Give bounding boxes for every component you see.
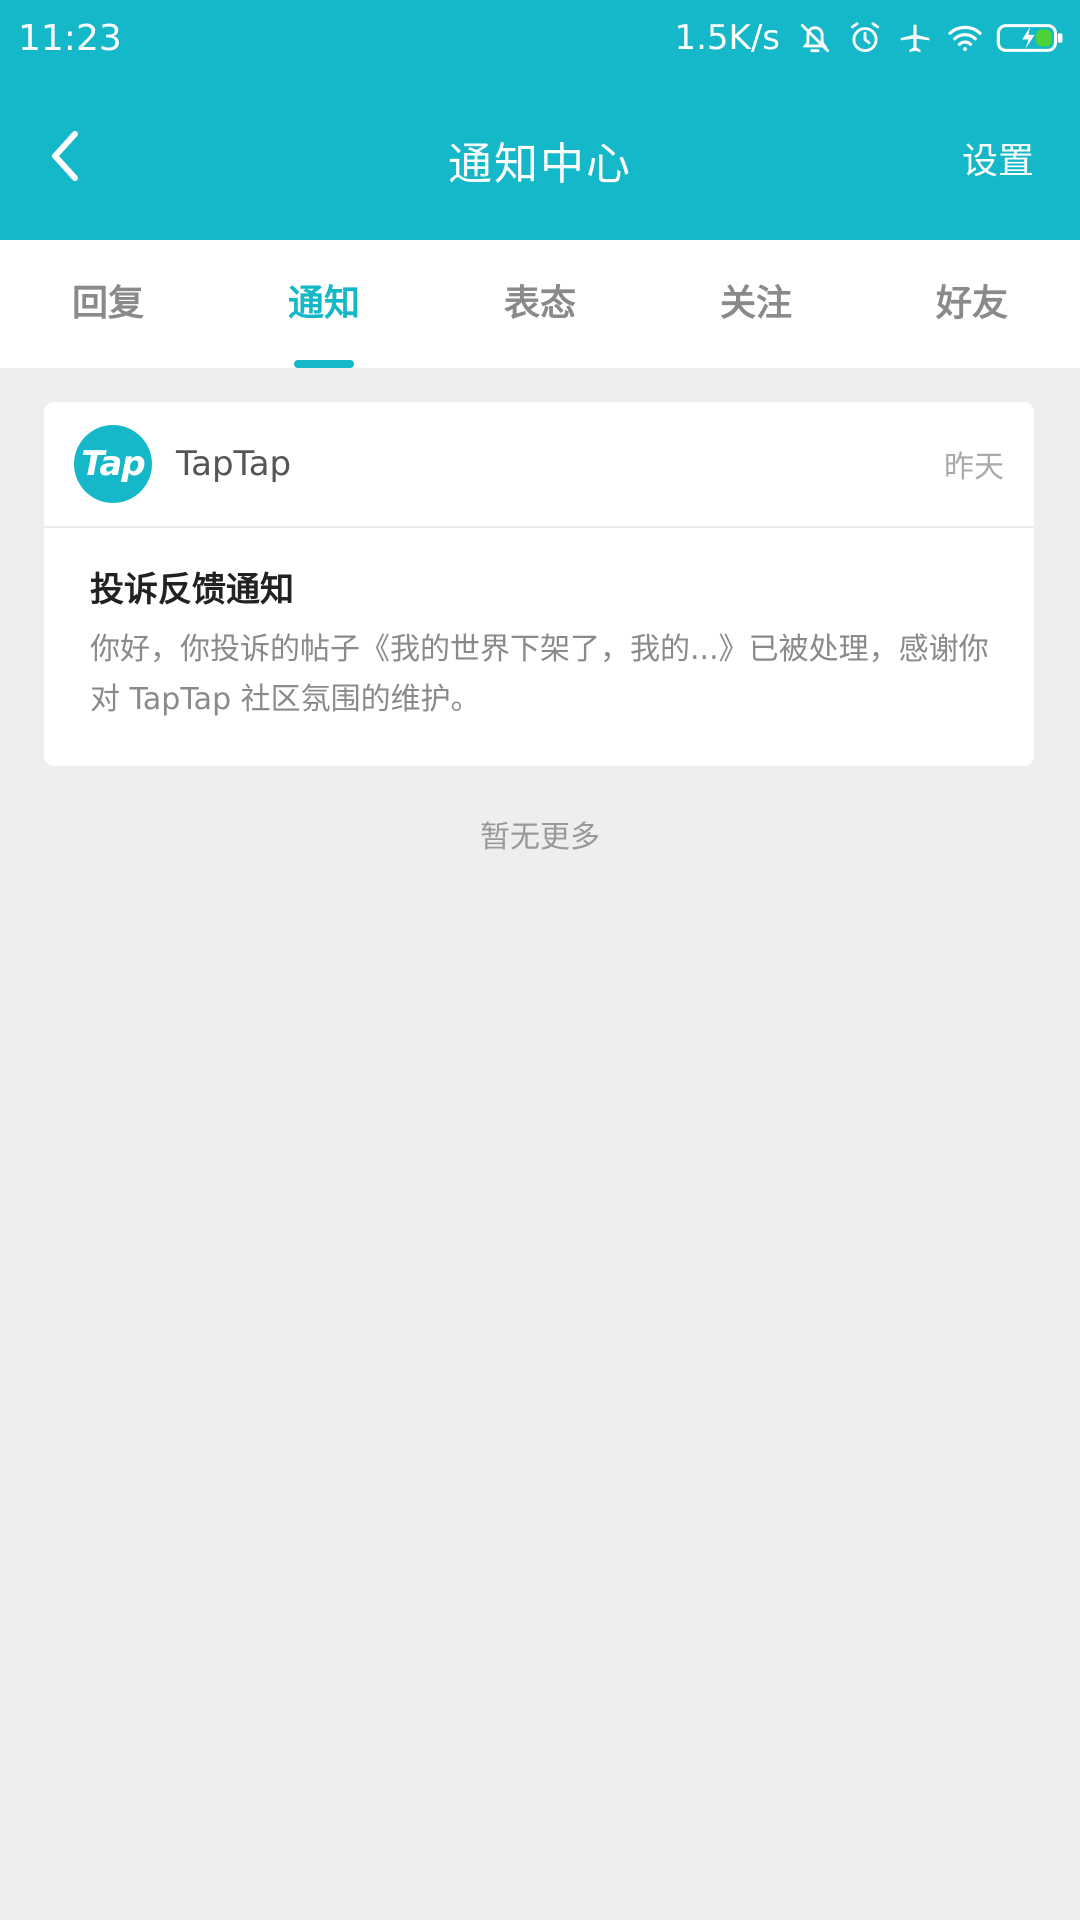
avatar[interactable]: Tap: [74, 425, 152, 503]
alarm-icon: [850, 22, 880, 53]
notification-body: 投诉反馈通知 你好，你投诉的帖子《我的世界下架了，我的...》已被处理，感谢你对…: [44, 528, 1034, 725]
notification-time: 昨天: [944, 450, 1004, 485]
tab-notice[interactable]: 通知: [216, 240, 432, 368]
tab-reaction[interactable]: 表态: [432, 240, 648, 368]
net-speed: 1.5K/s: [674, 18, 780, 58]
tab-reply[interactable]: 回复: [0, 240, 216, 368]
tab-label: 通知: [287, 283, 360, 324]
page-title: 通知中心: [448, 139, 632, 190]
app-bar: 11:23 1.5K/s 通知中心 设置: [0, 0, 1080, 240]
sender-name[interactable]: TapTap: [176, 444, 944, 484]
notification-title: 投诉反馈通知: [90, 570, 294, 610]
tab-label: 回复: [71, 283, 144, 324]
avatar-logo-text: Tap: [81, 444, 145, 484]
tab-friends[interactable]: 好友: [864, 240, 1080, 368]
wifi-icon: [948, 25, 982, 51]
tab-follow[interactable]: 关注: [648, 240, 864, 368]
tab-active-indicator: [294, 360, 354, 368]
battery-charging-icon: [996, 24, 1063, 52]
airplane-icon: [900, 24, 930, 53]
notification-card[interactable]: Tap TapTap 昨天 投诉反馈通知 你好，你投诉的帖子《我的世界下架了，我…: [44, 402, 1034, 766]
tab-label: 好友: [935, 283, 1008, 324]
settings-button[interactable]: 设置: [962, 132, 1034, 184]
tab-label: 关注: [719, 283, 792, 324]
no-more-text: 暂无更多: [480, 820, 600, 855]
status-time: 11:23: [18, 17, 122, 59]
status-icons: 1.5K/s: [674, 18, 1064, 58]
tab-label: 表态: [503, 283, 576, 324]
notification-content: 你好，你投诉的帖子《我的世界下架了，我的...》已被处理，感谢你对 TapTap…: [90, 632, 989, 717]
status-bar: 11:23 1.5K/s: [0, 0, 1080, 76]
toolbar: 通知中心 设置: [0, 80, 1080, 232]
bell-off-icon: [800, 23, 830, 53]
tab-bar: 回复 通知 表态 关注 好友: [0, 240, 1080, 368]
notification-header: Tap TapTap 昨天: [44, 402, 1034, 528]
